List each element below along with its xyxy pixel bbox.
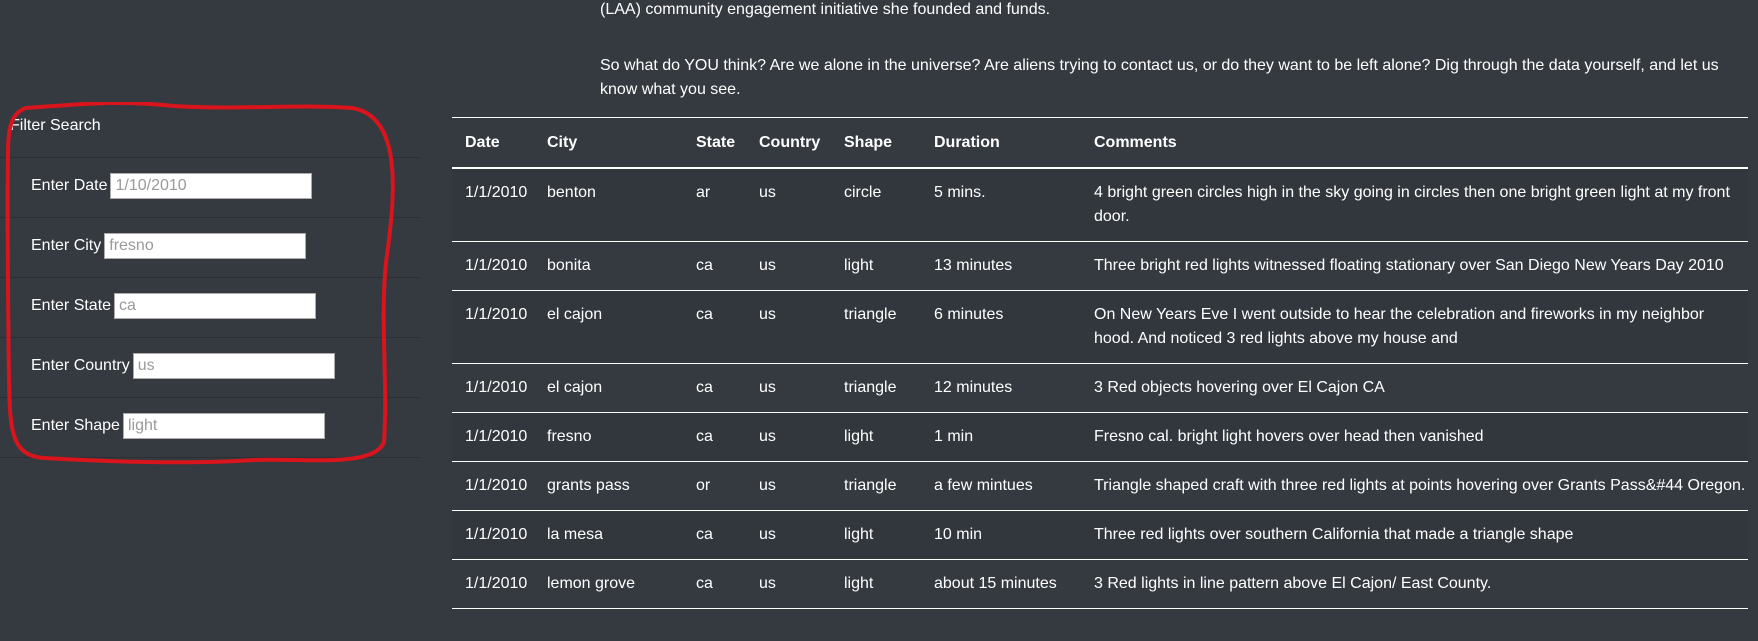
cell-state: ar: [696, 168, 759, 242]
cell-city: el cajon: [547, 363, 696, 413]
table-header-row: Date City State Country Shape Duration C…: [452, 118, 1748, 169]
table-row: 1/1/2010 el cajon ca us triangle 6 minut…: [452, 290, 1748, 364]
filter-state: Enter State: [31, 291, 317, 321]
header-duration: Duration: [934, 118, 1094, 169]
cell-comments: 4 bright green circles high in the sky g…: [1094, 168, 1748, 242]
cell-duration: 1 min: [934, 412, 1094, 462]
table-row: 1/1/2010 el cajon ca us triangle 12 minu…: [452, 363, 1748, 413]
cell-date: 1/1/2010: [452, 241, 547, 291]
cell-duration: a few mintues: [934, 461, 1094, 511]
intro-line: (LAA) community engagement initiative sh…: [600, 1, 1051, 18]
date-input[interactable]: [110, 173, 313, 199]
cell-shape: triangle: [844, 363, 934, 413]
shape-label: Enter Shape: [31, 417, 120, 434]
city-label: Enter City: [31, 237, 102, 254]
sightings-table: Date City State Country Shape Duration C…: [452, 118, 1748, 609]
cell-date: 1/1/2010: [452, 510, 547, 560]
filter-divider: [0, 457, 420, 458]
country-label: Enter Country: [31, 357, 130, 374]
cell-shape: light: [844, 559, 934, 609]
header-comments: Comments: [1094, 118, 1748, 169]
cell-date: 1/1/2010: [452, 559, 547, 609]
cell-country: us: [759, 290, 844, 364]
cell-comments: Triangle shaped craft with three red lig…: [1094, 461, 1748, 511]
cell-duration: 6 minutes: [934, 290, 1094, 364]
shape-input[interactable]: [122, 413, 325, 439]
filter-divider: [0, 217, 420, 218]
cell-country: us: [759, 461, 844, 511]
sightings-table-container: Date City State Country Shape Duration C…: [452, 117, 1748, 609]
cell-duration: 12 minutes: [934, 363, 1094, 413]
cell-state: ca: [696, 363, 759, 413]
header-date: Date: [452, 118, 547, 169]
header-state: State: [696, 118, 759, 169]
filter-shape: Enter Shape: [31, 411, 325, 441]
cell-country: us: [759, 510, 844, 560]
table-row: 1/1/2010 la mesa ca us light 10 min Thre…: [452, 510, 1748, 560]
cell-comments: Three red lights over southern Californi…: [1094, 510, 1748, 560]
cell-state: ca: [696, 241, 759, 291]
cell-duration: 5 mins.: [934, 168, 1094, 242]
filter-country: Enter Country: [31, 351, 335, 381]
table-row: 1/1/2010 bonita ca us light 13 minutes T…: [452, 241, 1748, 291]
cell-state: ca: [696, 510, 759, 560]
cell-city: benton: [547, 168, 696, 242]
country-input[interactable]: [132, 353, 335, 379]
cell-shape: light: [844, 412, 934, 462]
cell-comments: 3 Red lights in line pattern above El Ca…: [1094, 559, 1748, 609]
cell-country: us: [759, 363, 844, 413]
table-row: 1/1/2010 benton ar us circle 5 mins. 4 b…: [452, 168, 1748, 242]
cell-date: 1/1/2010: [452, 168, 547, 242]
cell-comments: 3 Red objects hovering over El Cajon CA: [1094, 363, 1748, 413]
cell-city: grants pass: [547, 461, 696, 511]
cell-comments: On New Years Eve I went outside to hear …: [1094, 290, 1748, 364]
cell-date: 1/1/2010: [452, 461, 547, 511]
cell-duration: 10 min: [934, 510, 1094, 560]
cell-country: us: [759, 168, 844, 242]
cell-shape: light: [844, 241, 934, 291]
cell-date: 1/1/2010: [452, 290, 547, 364]
intro-paragraph: So what do YOU think? Are we alone in th…: [600, 57, 1719, 98]
cell-shape: light: [844, 510, 934, 560]
cell-comments: Three bright red lights witnessed floati…: [1094, 241, 1748, 291]
filter-heading: Filter Search: [10, 117, 101, 134]
date-label: Enter Date: [31, 177, 108, 194]
cell-shape: circle: [844, 168, 934, 242]
cell-city: lemon grove: [547, 559, 696, 609]
cell-city: el cajon: [547, 290, 696, 364]
cell-country: us: [759, 241, 844, 291]
cell-date: 1/1/2010: [452, 363, 547, 413]
cell-shape: triangle: [844, 461, 934, 511]
table-row: 1/1/2010 grants pass or us triangle a fe…: [452, 461, 1748, 511]
cell-country: us: [759, 412, 844, 462]
state-label: Enter State: [31, 297, 112, 314]
table-row: 1/1/2010 lemon grove ca us light about 1…: [452, 559, 1748, 609]
city-input[interactable]: [104, 233, 307, 259]
table-row: 1/1/2010 fresno ca us light 1 min Fresno…: [452, 412, 1748, 462]
filter-divider: [0, 277, 420, 278]
cell-duration: 13 minutes: [934, 241, 1094, 291]
filter-divider: [0, 397, 420, 398]
header-country: Country: [759, 118, 844, 169]
filter-date: Enter Date: [31, 171, 313, 201]
cell-city: bonita: [547, 241, 696, 291]
cell-city: fresno: [547, 412, 696, 462]
filter-divider: [0, 157, 420, 158]
filter-divider: [0, 337, 420, 338]
header-city: City: [547, 118, 696, 169]
cell-state: ca: [696, 412, 759, 462]
cell-state: ca: [696, 290, 759, 364]
cell-shape: triangle: [844, 290, 934, 364]
cell-comments: Fresno cal. bright light hovers over hea…: [1094, 412, 1748, 462]
filter-city: Enter City: [31, 231, 307, 261]
state-input[interactable]: [114, 293, 317, 319]
cell-country: us: [759, 559, 844, 609]
cell-date: 1/1/2010: [452, 412, 547, 462]
cell-state: or: [696, 461, 759, 511]
header-shape: Shape: [844, 118, 934, 169]
cell-state: ca: [696, 559, 759, 609]
cell-city: la mesa: [547, 510, 696, 560]
cell-duration: about 15 minutes: [934, 559, 1094, 609]
